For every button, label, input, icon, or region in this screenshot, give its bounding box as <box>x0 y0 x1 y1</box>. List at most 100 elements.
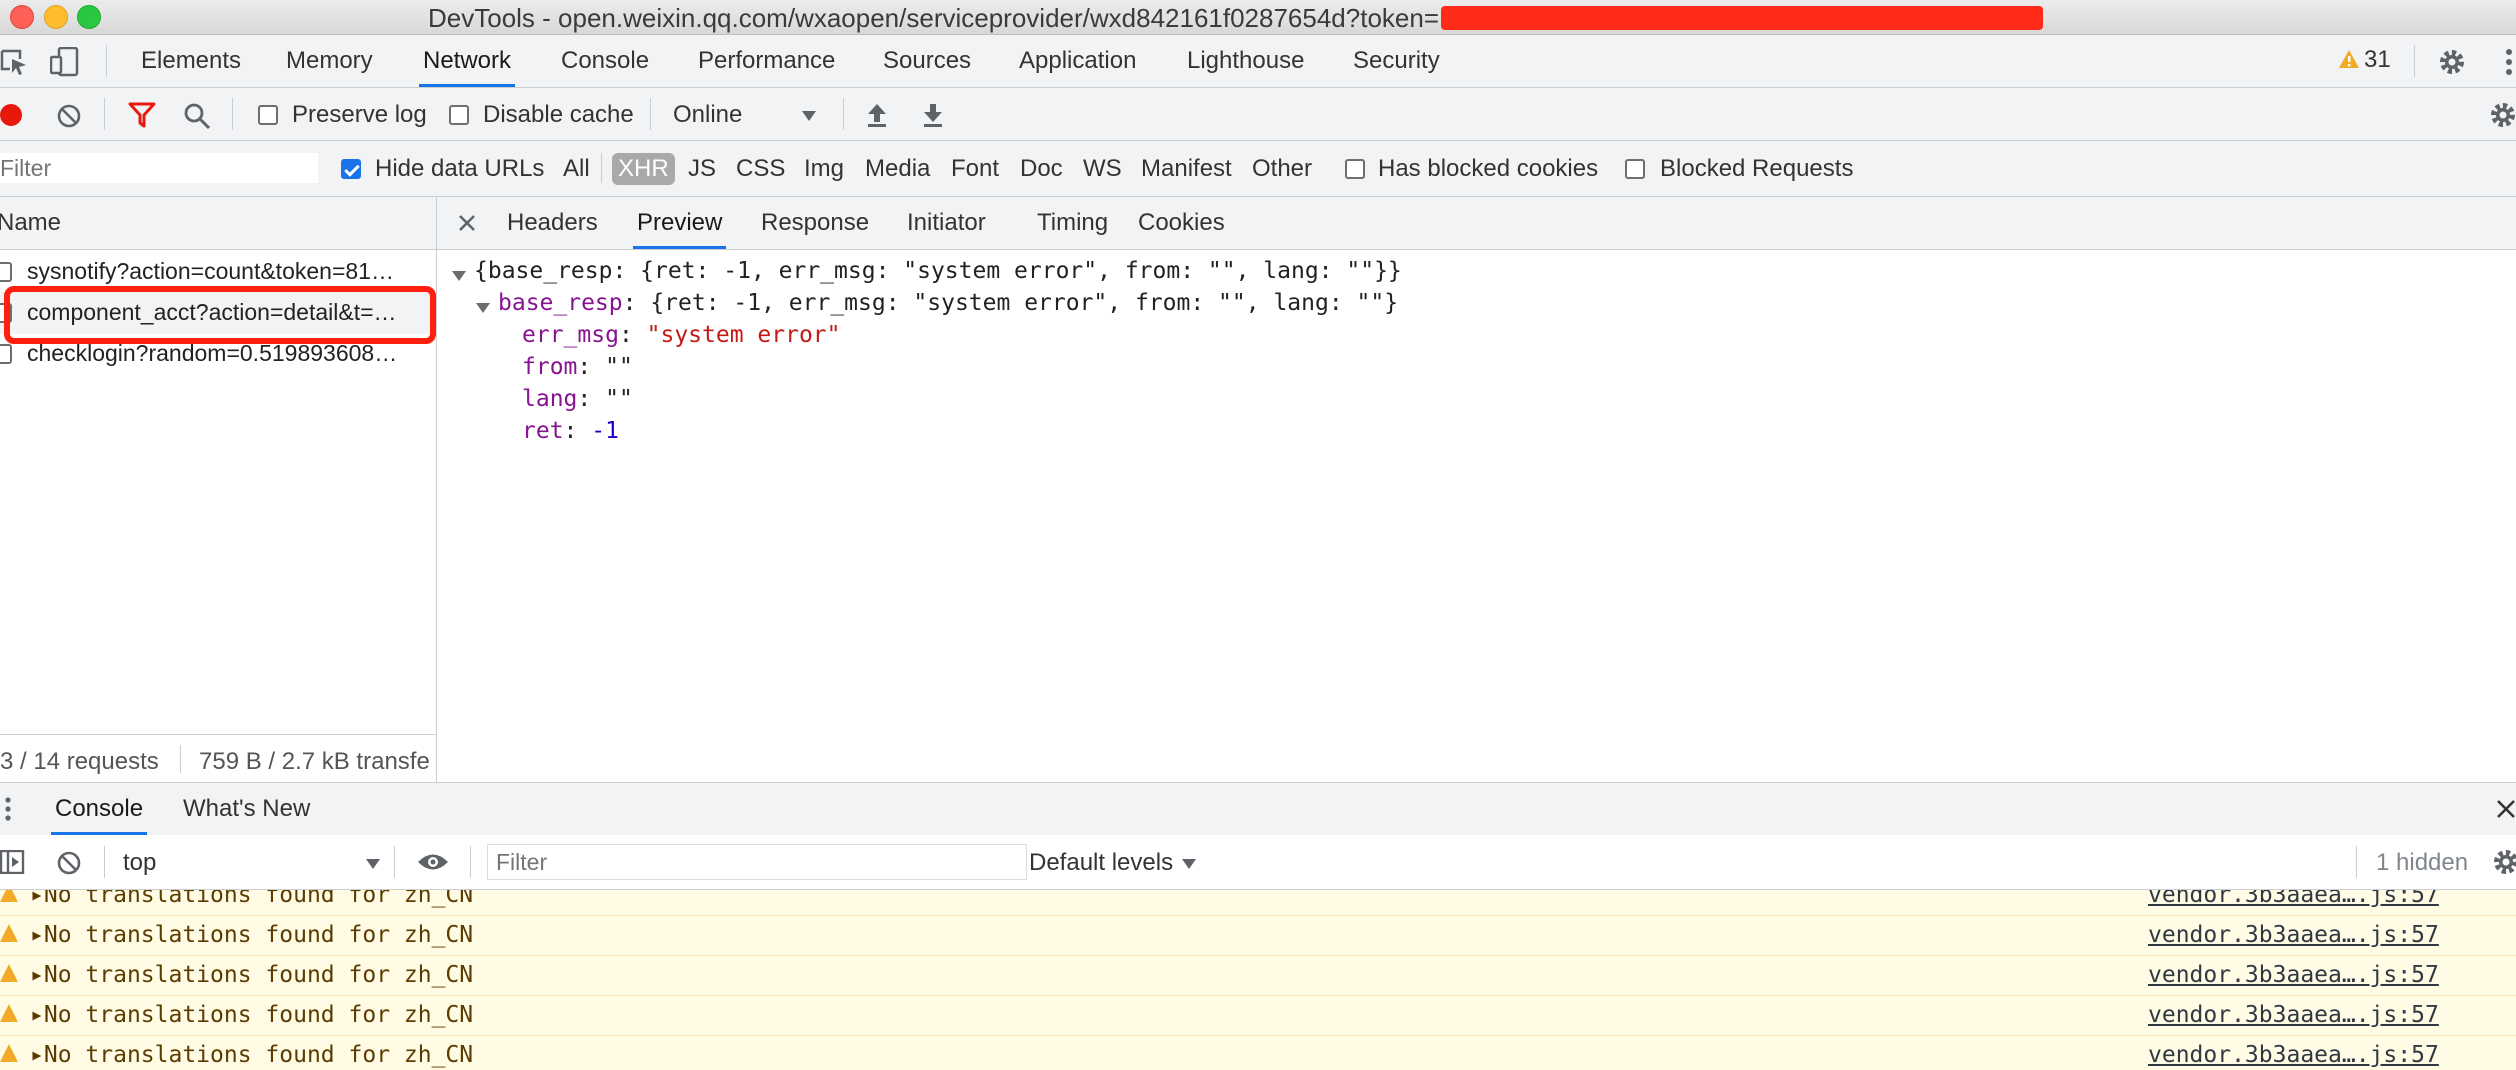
field-value: "system error" <box>646 322 841 348</box>
toolbar-divider <box>232 98 233 130</box>
tab-memory[interactable]: Memory <box>286 35 373 87</box>
console-warning-row[interactable]: ▸No translations found for zh_CN vendor.… <box>0 996 2516 1036</box>
chevron-down-icon <box>1182 859 1196 869</box>
tab-initiator[interactable]: Initiator <box>907 197 986 249</box>
preserve-log-checkbox[interactable] <box>258 105 278 125</box>
type-filter-other[interactable]: Other <box>1252 155 1312 183</box>
settings-gear-icon[interactable] <box>2437 47 2467 77</box>
tab-lighthouse[interactable]: Lighthouse <box>1187 35 1304 87</box>
console-filter-input[interactable] <box>487 844 1027 880</box>
clear-icon[interactable] <box>56 103 82 129</box>
warning-message: ▸No translations found for zh_CN <box>30 1002 474 1028</box>
has-blocked-cookies-label: Has blocked cookies <box>1378 155 1599 182</box>
type-filter-media[interactable]: Media <box>865 155 930 183</box>
tab-preview[interactable]: Preview <box>632 197 727 249</box>
console-warning-row[interactable]: ▸No translations found for zh_CN vendor.… <box>0 890 2516 916</box>
throttling-select[interactable]: Online <box>673 98 823 130</box>
device-toolbar-icon[interactable] <box>50 47 82 77</box>
network-settings-gear-icon[interactable] <box>2488 100 2516 130</box>
preview-root[interactable]: {base_resp: {ret: -1, err_msg: "system e… <box>474 258 1402 284</box>
request-count: 3 / 14 requests <box>0 748 159 775</box>
type-filter-ws[interactable]: WS <box>1083 155 1122 183</box>
preview-base-resp[interactable]: base_resp: {ret: -1, err_msg: "system er… <box>498 290 1398 316</box>
request-row-checkbox[interactable] <box>0 344 12 364</box>
transfer-size: 759 B / 2.7 kB transfe <box>199 748 430 775</box>
hide-data-urls-label: Hide data URLs <box>375 155 545 182</box>
drawer-tab-whats-new[interactable]: What's New <box>183 783 310 835</box>
console-settings-gear-icon[interactable] <box>2491 847 2516 877</box>
console-warning-row[interactable]: ▸No translations found for zh_CN vendor.… <box>0 956 2516 996</box>
export-har-icon[interactable] <box>922 102 944 128</box>
import-har-icon[interactable] <box>866 102 888 128</box>
drawer-tab-bar: Console What's New <box>0 782 2516 836</box>
toolbar-divider <box>104 98 105 130</box>
field-key: lang <box>522 386 578 412</box>
toolbar-divider <box>601 153 602 183</box>
eye-icon[interactable] <box>416 851 450 873</box>
request-row[interactable]: component_acct?action=detail&t=… <box>0 286 436 344</box>
tab-network[interactable]: Network <box>418 35 516 87</box>
type-filter-xhr[interactable]: XHR <box>612 153 675 185</box>
source-link[interactable]: vendor.3b3aaea….js:57 <box>2148 962 2439 988</box>
type-filter-js[interactable]: JS <box>688 155 716 183</box>
sidebar-toggle-icon[interactable] <box>0 850 26 874</box>
toolbar-divider <box>104 846 105 878</box>
type-filter-all[interactable]: All <box>563 155 590 183</box>
network-filter-input[interactable] <box>0 153 318 183</box>
tab-elements[interactable]: Elements <box>141 35 241 87</box>
request-row[interactable]: checklogin?random=0.519893608… <box>0 334 436 374</box>
tab-sources[interactable]: Sources <box>883 35 971 87</box>
record-button[interactable] <box>0 104 22 126</box>
source-link[interactable]: vendor.3b3aaea….js:57 <box>2148 922 2439 948</box>
close-icon[interactable] <box>458 214 476 232</box>
chevron-down-icon <box>366 859 380 869</box>
drawer-menu-icon[interactable] <box>4 796 12 822</box>
tab-console[interactable]: Console <box>561 35 649 87</box>
type-filter-img[interactable]: Img <box>804 155 844 183</box>
source-link[interactable]: vendor.3b3aaea….js:57 <box>2148 1042 2439 1068</box>
request-list: Name sysnotify?action=count&token=81… co… <box>0 197 437 783</box>
console-warning-row[interactable]: ▸No translations found for zh_CN vendor.… <box>0 916 2516 956</box>
preview-field: err_msg: "system error" <box>522 322 841 348</box>
hide-data-urls-checkbox[interactable] <box>341 159 361 179</box>
disable-cache-checkbox[interactable] <box>449 105 469 125</box>
field-key: err_msg <box>522 322 619 348</box>
blocked-requests-checkbox[interactable] <box>1625 159 1645 179</box>
filter-funnel-icon[interactable] <box>128 102 156 128</box>
console-warning-row[interactable]: ▸No translations found for zh_CN vendor.… <box>0 1036 2516 1070</box>
inspect-element-icon[interactable] <box>0 49 28 75</box>
name-column-header[interactable]: Name <box>0 197 436 250</box>
warning-message: ▸No translations found for zh_CN <box>30 1042 474 1068</box>
expand-triangle-icon[interactable] <box>452 270 466 282</box>
source-link[interactable]: vendor.3b3aaea….js:57 <box>2148 890 2439 908</box>
hidden-count: 1 hidden <box>2376 849 2469 876</box>
type-filter-manifest[interactable]: Manifest <box>1141 155 1232 183</box>
tab-performance[interactable]: Performance <box>698 35 835 87</box>
warning-message: ▸No translations found for zh_CN <box>30 922 474 948</box>
has-blocked-cookies-checkbox[interactable] <box>1345 159 1365 179</box>
tab-cookies[interactable]: Cookies <box>1138 197 1225 249</box>
blocked-requests-label: Blocked Requests <box>1660 155 1854 182</box>
preview-field: from: "" <box>522 354 633 380</box>
close-drawer-icon[interactable] <box>2496 799 2516 819</box>
type-filter-font[interactable]: Font <box>951 155 999 183</box>
warning-icon <box>0 890 18 902</box>
context-select[interactable]: top <box>121 846 383 878</box>
request-row-checkbox[interactable] <box>0 262 12 282</box>
tab-headers[interactable]: Headers <box>507 197 598 249</box>
log-levels-select[interactable]: Default levels <box>1029 846 1209 878</box>
source-link[interactable]: vendor.3b3aaea….js:57 <box>2148 1002 2439 1028</box>
tab-response[interactable]: Response <box>761 197 869 249</box>
more-options-icon[interactable] <box>2504 47 2514 77</box>
search-icon[interactable] <box>183 102 211 130</box>
field-value: -1 <box>591 418 619 444</box>
tab-timing[interactable]: Timing <box>1037 197 1108 249</box>
field-key: from <box>522 354 578 380</box>
type-filter-doc[interactable]: Doc <box>1020 155 1063 183</box>
clear-console-icon[interactable] <box>56 850 82 876</box>
tab-application[interactable]: Application <box>1019 35 1136 87</box>
tab-security[interactable]: Security <box>1353 35 1440 87</box>
drawer-tab-console[interactable]: Console <box>50 783 148 835</box>
type-filter-css[interactable]: CSS <box>736 155 785 183</box>
expand-triangle-icon[interactable] <box>476 302 490 314</box>
